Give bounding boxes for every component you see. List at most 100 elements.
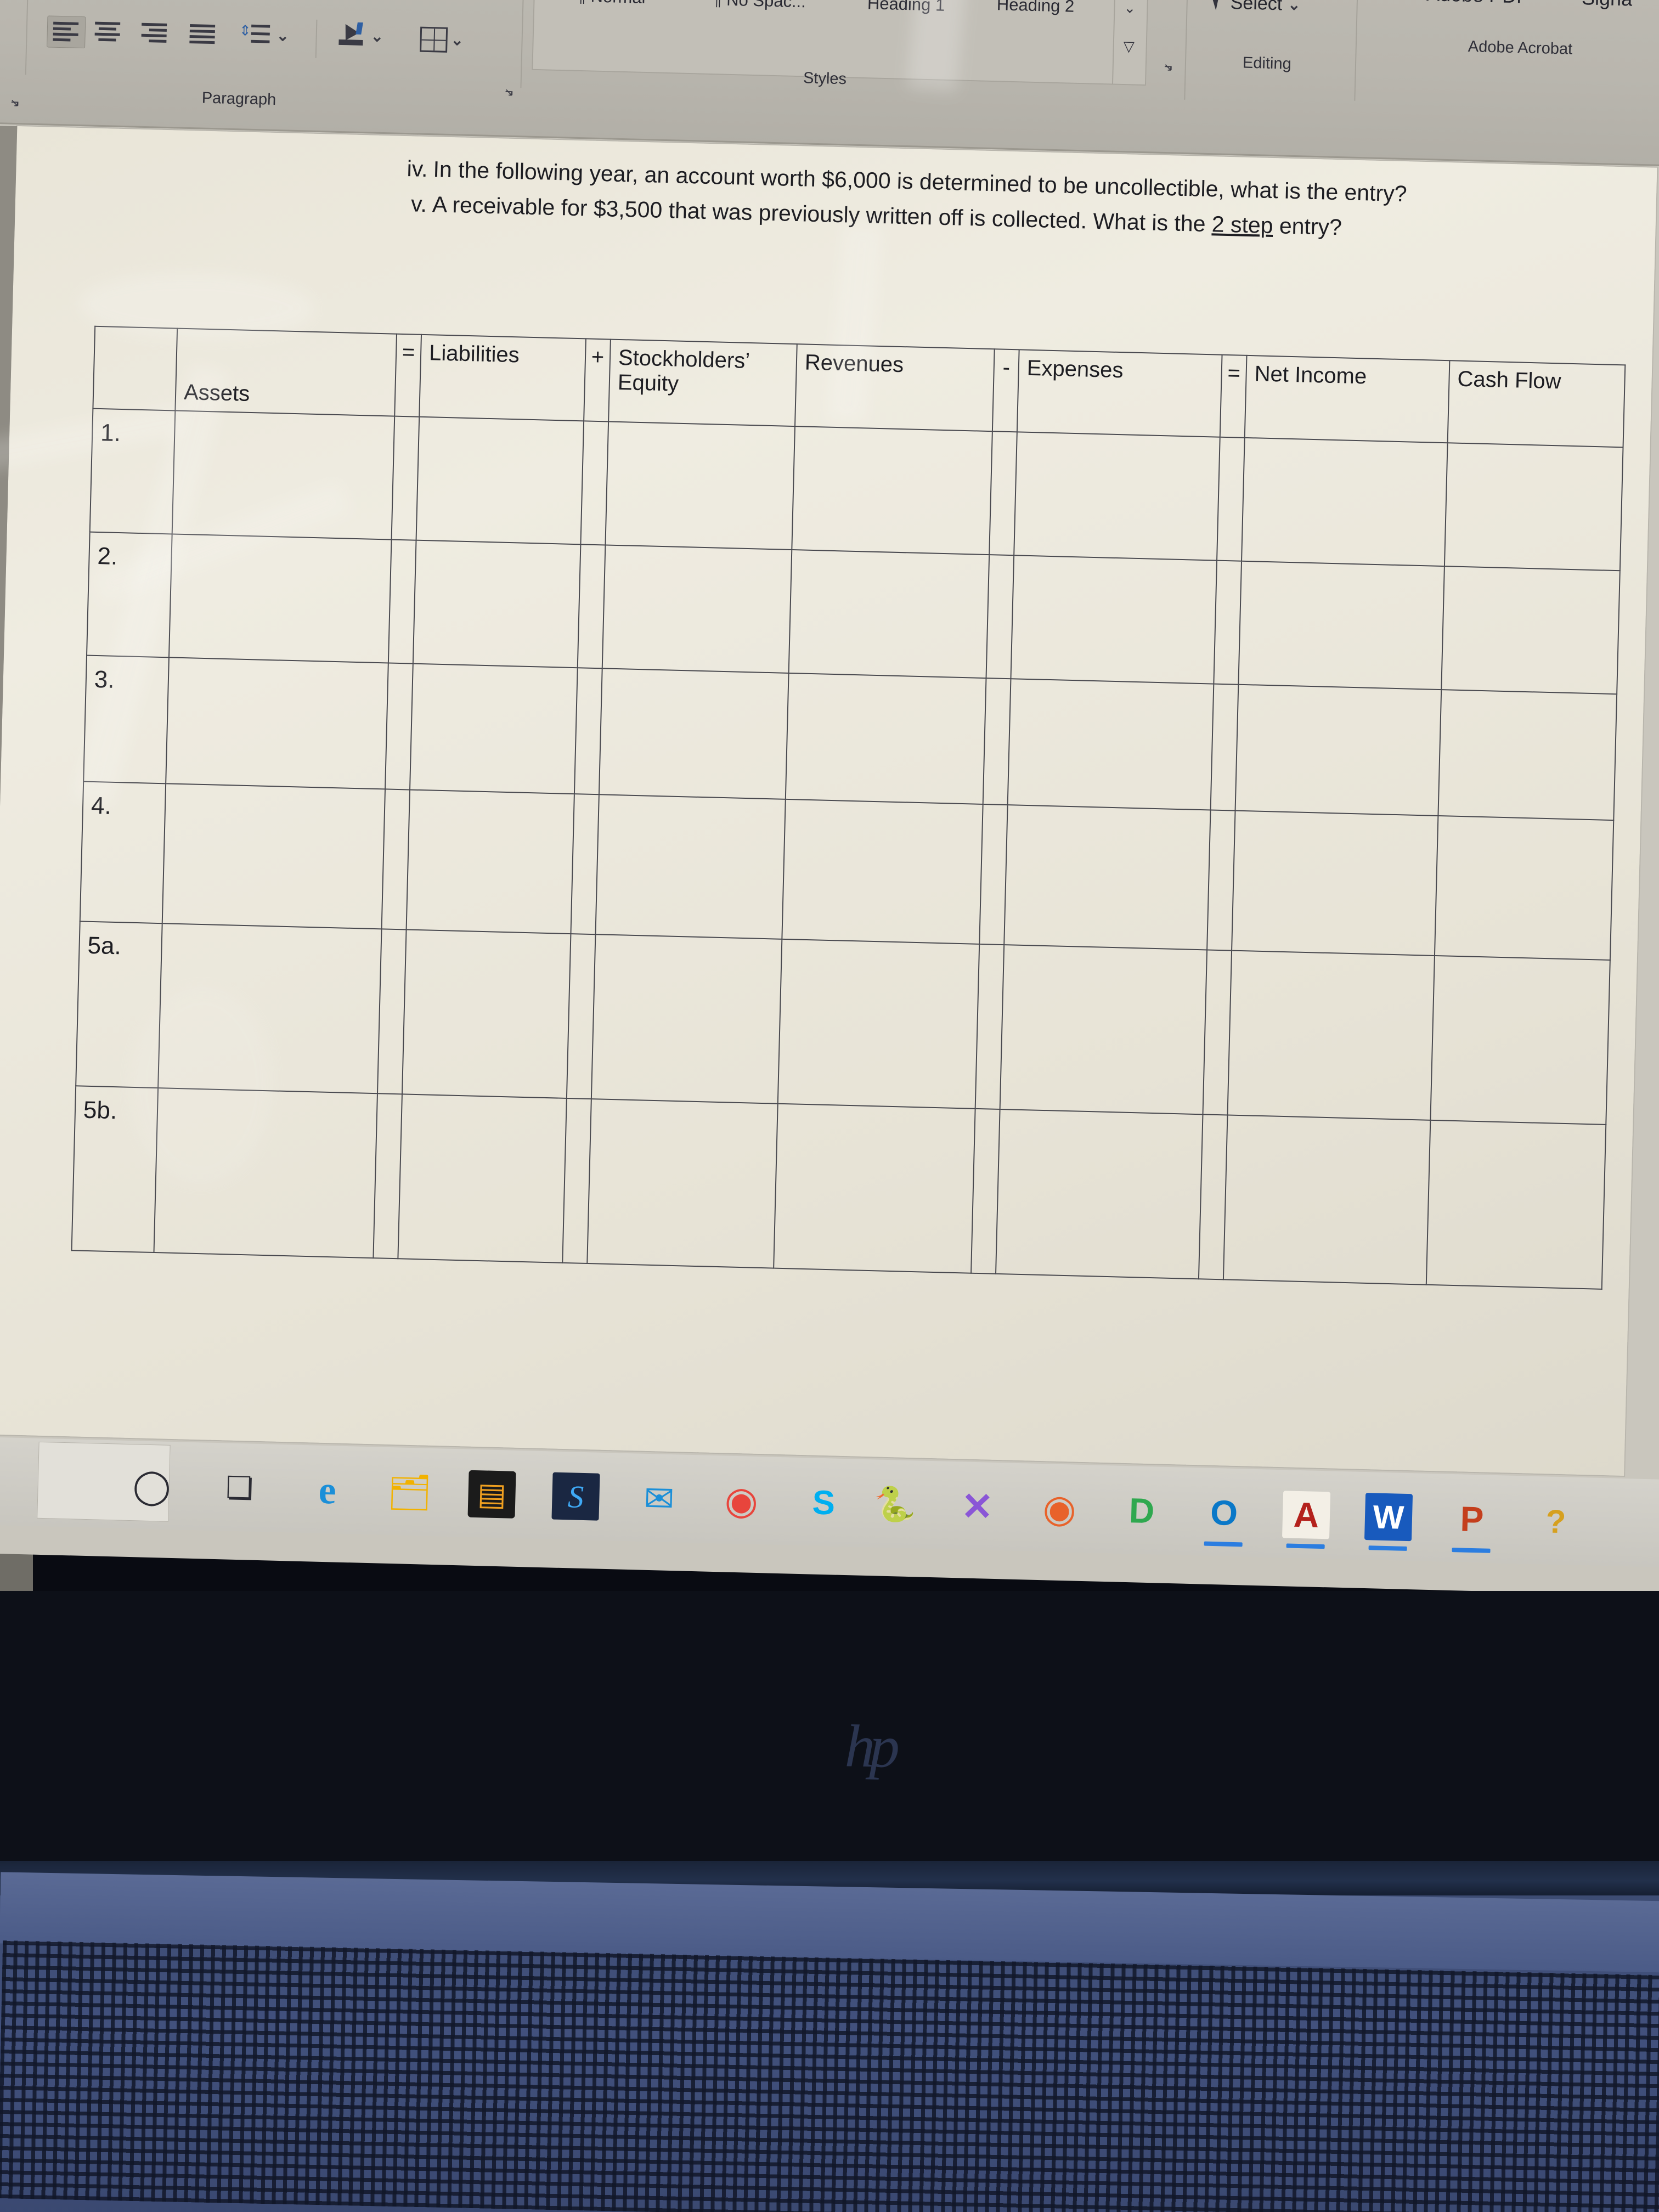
- cell[interactable]: [591, 934, 782, 1104]
- cell[interactable]: [1235, 684, 1442, 816]
- document-page[interactable]: iv. In the following year, an account wo…: [0, 126, 1657, 1476]
- cell[interactable]: [377, 929, 407, 1094]
- cell[interactable]: [1441, 566, 1620, 695]
- firefox-icon[interactable]: ◉: [1035, 1485, 1084, 1533]
- cell[interactable]: [975, 944, 1005, 1109]
- worksheet-body[interactable]: 1. 2. 3. 4. 5a. 5b.: [71, 408, 1623, 1289]
- cell[interactable]: [571, 794, 599, 935]
- style-item-no-spacing[interactable]: AaBbCcDd ¶ No Spac...: [692, 0, 827, 12]
- align-left-button[interactable]: [47, 15, 86, 49]
- cell[interactable]: [605, 421, 795, 550]
- cell[interactable]: [1232, 810, 1438, 956]
- request-signatures-button[interactable]: Requ Signa: [1582, 0, 1659, 13]
- skype-icon[interactable]: S: [799, 1479, 848, 1527]
- style-item-heading-1[interactable]: AaBbCcI Heading 1: [842, 0, 972, 16]
- cell[interactable]: [599, 668, 789, 799]
- cell[interactable]: [1242, 437, 1448, 567]
- justify-button[interactable]: [188, 22, 217, 47]
- cell[interactable]: [782, 799, 983, 944]
- cell[interactable]: [158, 923, 382, 1094]
- cell[interactable]: [788, 550, 990, 679]
- google-chrome-icon[interactable]: ◉: [717, 1476, 765, 1525]
- line-spacing-button[interactable]: ⇕ ⌄: [239, 22, 290, 48]
- create-and-share-adobe-pdf-button[interactable]: Create and Share Adobe PDF: [1387, 0, 1569, 10]
- paragraph-dialog-launcher-right[interactable]: [501, 83, 518, 100]
- cell[interactable]: [566, 934, 596, 1099]
- cell[interactable]: [1217, 437, 1245, 561]
- cell[interactable]: [373, 1093, 402, 1259]
- cell[interactable]: [1007, 679, 1214, 810]
- cell[interactable]: [398, 1094, 567, 1263]
- chevron-down-icon[interactable]: ⌄: [370, 27, 383, 45]
- cell[interactable]: [1210, 684, 1239, 811]
- cell[interactable]: [1434, 815, 1614, 961]
- cell[interactable]: [402, 929, 571, 1098]
- cell[interactable]: [1426, 1120, 1606, 1289]
- cell[interactable]: [416, 416, 584, 545]
- cell[interactable]: [587, 1099, 778, 1268]
- cell[interactable]: [166, 657, 388, 789]
- cell[interactable]: [406, 789, 574, 934]
- task-view-icon[interactable]: ❏: [216, 1464, 264, 1512]
- styles-dialog-launcher[interactable]: [1160, 59, 1177, 76]
- cell[interactable]: [1430, 955, 1610, 1125]
- cell[interactable]: [577, 544, 606, 669]
- cell[interactable]: [580, 421, 609, 545]
- select-button[interactable]: Select ⌄: [1212, 0, 1301, 15]
- cell[interactable]: [388, 539, 416, 664]
- mail-icon[interactable]: ✉: [635, 1474, 683, 1522]
- cell[interactable]: [168, 534, 392, 663]
- cell[interactable]: [1011, 555, 1217, 684]
- cell[interactable]: [1000, 945, 1207, 1115]
- worksheet-table[interactable]: Assets = Liabilities + Stockholders’ Equ…: [71, 326, 1626, 1290]
- cell[interactable]: [986, 555, 1014, 679]
- cell[interactable]: [979, 804, 1008, 945]
- cell[interactable]: [391, 416, 420, 540]
- cell[interactable]: [574, 668, 602, 795]
- cell[interactable]: [1223, 1115, 1431, 1285]
- docker-icon[interactable]: D: [1118, 1487, 1166, 1535]
- sublime-text-icon[interactable]: S: [551, 1472, 600, 1521]
- cell[interactable]: [971, 1108, 1000, 1274]
- cell[interactable]: [154, 1088, 377, 1259]
- accounting-worksheet[interactable]: Assets = Liabilities + Stockholders’ Equ…: [71, 326, 1626, 1290]
- cell[interactable]: [792, 426, 992, 555]
- outlook-icon[interactable]: O: [1200, 1488, 1248, 1547]
- microsoft-word-icon[interactable]: W: [1364, 1493, 1413, 1551]
- style-item-heading-2[interactable]: AaBbC Heading 2: [984, 0, 1088, 16]
- cell[interactable]: [162, 783, 386, 929]
- cortana-circle-icon[interactable]: ◯: [128, 1462, 176, 1510]
- visual-studio-icon[interactable]: ✕: [953, 1482, 1001, 1531]
- partial-app-icon[interactable]: ?: [1532, 1497, 1580, 1545]
- cell[interactable]: [413, 540, 581, 668]
- cell[interactable]: [562, 1098, 591, 1264]
- adobe-acrobat-icon[interactable]: A: [1282, 1491, 1331, 1549]
- cell[interactable]: [1238, 561, 1444, 690]
- styles-gallery-scrollbar[interactable]: ⌃ ⌄ ▽: [1111, 0, 1147, 84]
- paragraph-dialog-launcher[interactable]: [7, 94, 24, 111]
- cell[interactable]: [1014, 432, 1220, 561]
- cell[interactable]: [1198, 1114, 1228, 1280]
- cell[interactable]: [989, 431, 1017, 556]
- microsoft-edge-icon[interactable]: e: [303, 1466, 352, 1514]
- cell[interactable]: [785, 673, 986, 804]
- cell[interactable]: [774, 1103, 975, 1273]
- cell[interactable]: [983, 678, 1011, 805]
- python-idle-icon[interactable]: 🐍: [871, 1480, 919, 1528]
- cell[interactable]: [1004, 805, 1211, 950]
- borders-button[interactable]: ⌄: [420, 26, 464, 53]
- microsoft-store-icon[interactable]: ▤: [467, 1470, 516, 1519]
- shading-button[interactable]: ⌄: [337, 20, 384, 49]
- styles-more-icon[interactable]: ▽: [1114, 38, 1144, 55]
- cell[interactable]: [410, 663, 578, 794]
- align-center-button[interactable]: [93, 20, 122, 44]
- chevron-down-icon[interactable]: ⌄: [450, 31, 464, 49]
- cell[interactable]: [1203, 950, 1232, 1115]
- file-explorer-icon[interactable]: 🗂: [386, 1468, 434, 1516]
- cell[interactable]: [1444, 443, 1623, 571]
- cell[interactable]: [172, 410, 395, 540]
- cell[interactable]: [1207, 810, 1235, 951]
- chevron-down-icon[interactable]: ⌄: [276, 27, 289, 44]
- style-item-normal[interactable]: AaBbCcDd ¶ Normal: [544, 0, 679, 8]
- chevron-down-icon[interactable]: ⌄: [1288, 0, 1301, 13]
